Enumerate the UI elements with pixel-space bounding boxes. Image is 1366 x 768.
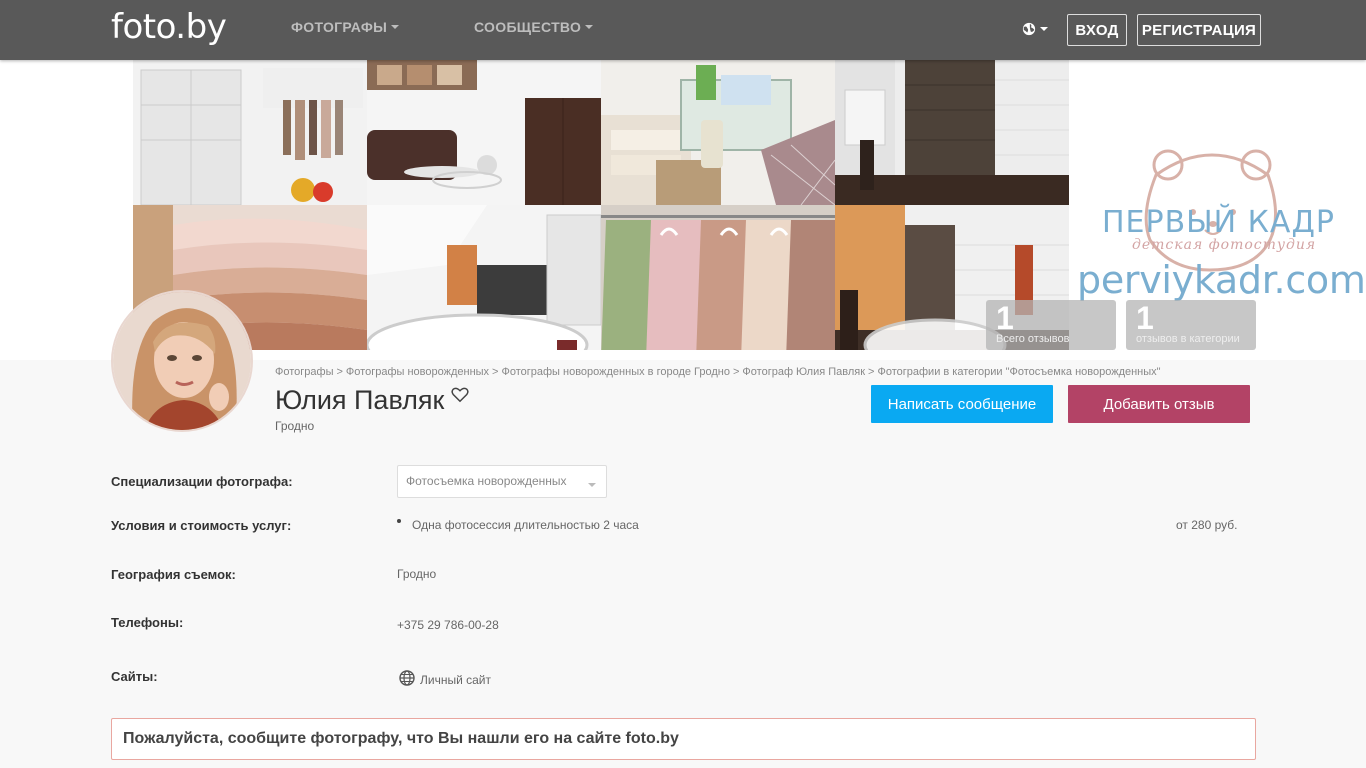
nav-photographers-label: ФОТОГРАФЫ [291, 19, 388, 35]
chevron-down-icon [391, 25, 400, 30]
breadcrumb-item[interactable]: Фотограф Юлия Павляк [742, 366, 865, 378]
chevron-down-icon [585, 25, 594, 30]
breadcrumb-item[interactable]: Фотографы новорожденных [346, 366, 489, 378]
sites-label: Сайты: [111, 669, 158, 684]
category-reviews-stat[interactable]: 1 отзывов в категории [1126, 300, 1256, 350]
nav-community-menu[interactable]: СООБЩЕСТВО [474, 19, 594, 35]
breadcrumb-current: Фотографии в категории "Фотосъемка новор… [877, 366, 1161, 378]
personal-site-link[interactable]: Личный сайт [420, 673, 491, 687]
breadcrumb-item[interactable]: Фотографы новорожденных в городе Гродно [501, 366, 730, 378]
studio-name: ПЕРВЫЙ КАДР [1102, 205, 1335, 240]
site-logo[interactable]: foto.by [111, 6, 227, 48]
total-reviews-stat[interactable]: 1 Всего отзывов [986, 300, 1116, 350]
total-reviews-label: Всего отзывов [996, 333, 1070, 345]
cover-photo-basket [601, 60, 835, 205]
category-reviews-label: отзывов в категории [1136, 333, 1240, 345]
add-review-button[interactable]: Добавить отзыв [1068, 385, 1250, 423]
register-button[interactable]: РЕГИСТРАЦИЯ [1137, 14, 1261, 46]
specialization-select[interactable]: Фотосъемка новорожденных [397, 465, 607, 498]
chevron-down-icon [1040, 27, 1048, 31]
geography-value: Гродно [397, 567, 437, 581]
breadcrumb-item[interactable]: Фотографы [275, 366, 333, 378]
phone-value[interactable]: +375 29 786-00-28 [397, 618, 499, 632]
breadcrumb: Фотографы > Фотографы новорожденных > Фотогр… [275, 366, 1161, 378]
total-reviews-count: 1 [996, 300, 1014, 336]
write-message-button[interactable]: Написать сообщение [871, 385, 1053, 423]
chevron-down-icon [588, 483, 596, 487]
globe-icon [399, 670, 415, 686]
cover-photo-dresses [601, 205, 835, 350]
globe-icon [1022, 22, 1036, 36]
studio-url: perviykadr.com [1077, 258, 1366, 302]
heart-icon[interactable] [451, 386, 469, 403]
specialization-label: Специализации фотографа: [111, 474, 293, 489]
cover-photo-wood-wall [835, 60, 1069, 205]
logo-text: foto.by [111, 7, 227, 47]
service-item: Одна фотосессия длительностью 2 часа [412, 518, 639, 532]
geography-label: География съемок: [111, 567, 236, 582]
top-navbar: foto.by ФОТОГРАФЫ СООБЩЕСТВО ВХОД РЕГИСТ… [0, 0, 1366, 60]
cover-photo-sofa [367, 60, 601, 205]
service-price: от 280 руб. [1176, 518, 1238, 532]
studio-subtitle: детская фотостудия [1132, 237, 1317, 253]
login-button[interactable]: ВХОД [1067, 14, 1127, 46]
phones-label: Телефоны: [111, 615, 184, 630]
notice-banner: Пожалуйста, сообщите фотографу, что Вы н… [111, 718, 1256, 760]
specialization-selected: Фотосъемка новорожденных [406, 474, 567, 488]
nav-photographers-menu[interactable]: ФОТОГРАФЫ [291, 19, 400, 35]
cover-photo-shelves [133, 60, 367, 205]
category-reviews-count: 1 [1136, 300, 1154, 336]
page-title: Юлия Павляк [275, 385, 445, 415]
cover-photo-studio-room [367, 205, 601, 350]
language-selector[interactable] [1022, 20, 1048, 38]
nav-community-label: СООБЩЕСТВО [474, 19, 582, 35]
bullet-icon [397, 519, 401, 523]
services-label: Условия и стоимость услуг: [111, 518, 292, 533]
profile-city: Гродно [275, 419, 315, 433]
avatar[interactable] [111, 290, 253, 432]
